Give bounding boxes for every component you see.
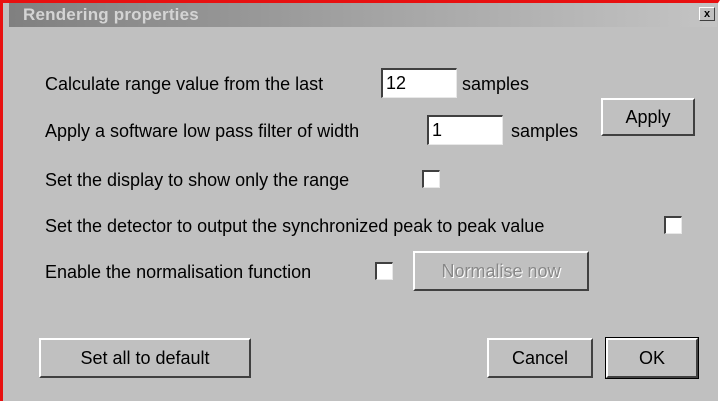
set-all-default-button[interactable]: Set all to default (39, 338, 251, 378)
rendering-properties-dialog: Rendering properties x Calculate range v… (0, 0, 720, 401)
range-label-suffix: samples (462, 74, 530, 94)
range-only-label: Set the display to show only the range (45, 170, 350, 190)
sync-peak-label: Set the detector to output the synchroni… (45, 216, 545, 236)
dialog-title: Rendering properties (23, 5, 199, 24)
filter-label-suffix: samples (511, 121, 579, 141)
range-only-checkbox[interactable] (422, 170, 440, 188)
filter-label-prefix: Apply a software low pass filter of widt… (45, 121, 360, 141)
close-icon: x (703, 8, 711, 20)
normalise-checkbox[interactable] (375, 262, 393, 280)
normalise-now-button[interactable]: Normalise now (413, 251, 589, 291)
apply-button[interactable]: Apply (601, 98, 695, 136)
ok-button[interactable]: OK (605, 337, 699, 379)
close-button[interactable]: x (699, 7, 715, 21)
cancel-button[interactable]: Cancel (487, 338, 593, 378)
range-samples-input[interactable] (381, 68, 457, 98)
normalise-label: Enable the normalisation function (45, 262, 312, 282)
title-bar[interactable]: Rendering properties x (9, 3, 717, 27)
filter-width-input[interactable] (427, 115, 503, 145)
range-label-prefix: Calculate range value from the last (45, 74, 324, 94)
sync-peak-checkbox[interactable] (664, 216, 682, 234)
